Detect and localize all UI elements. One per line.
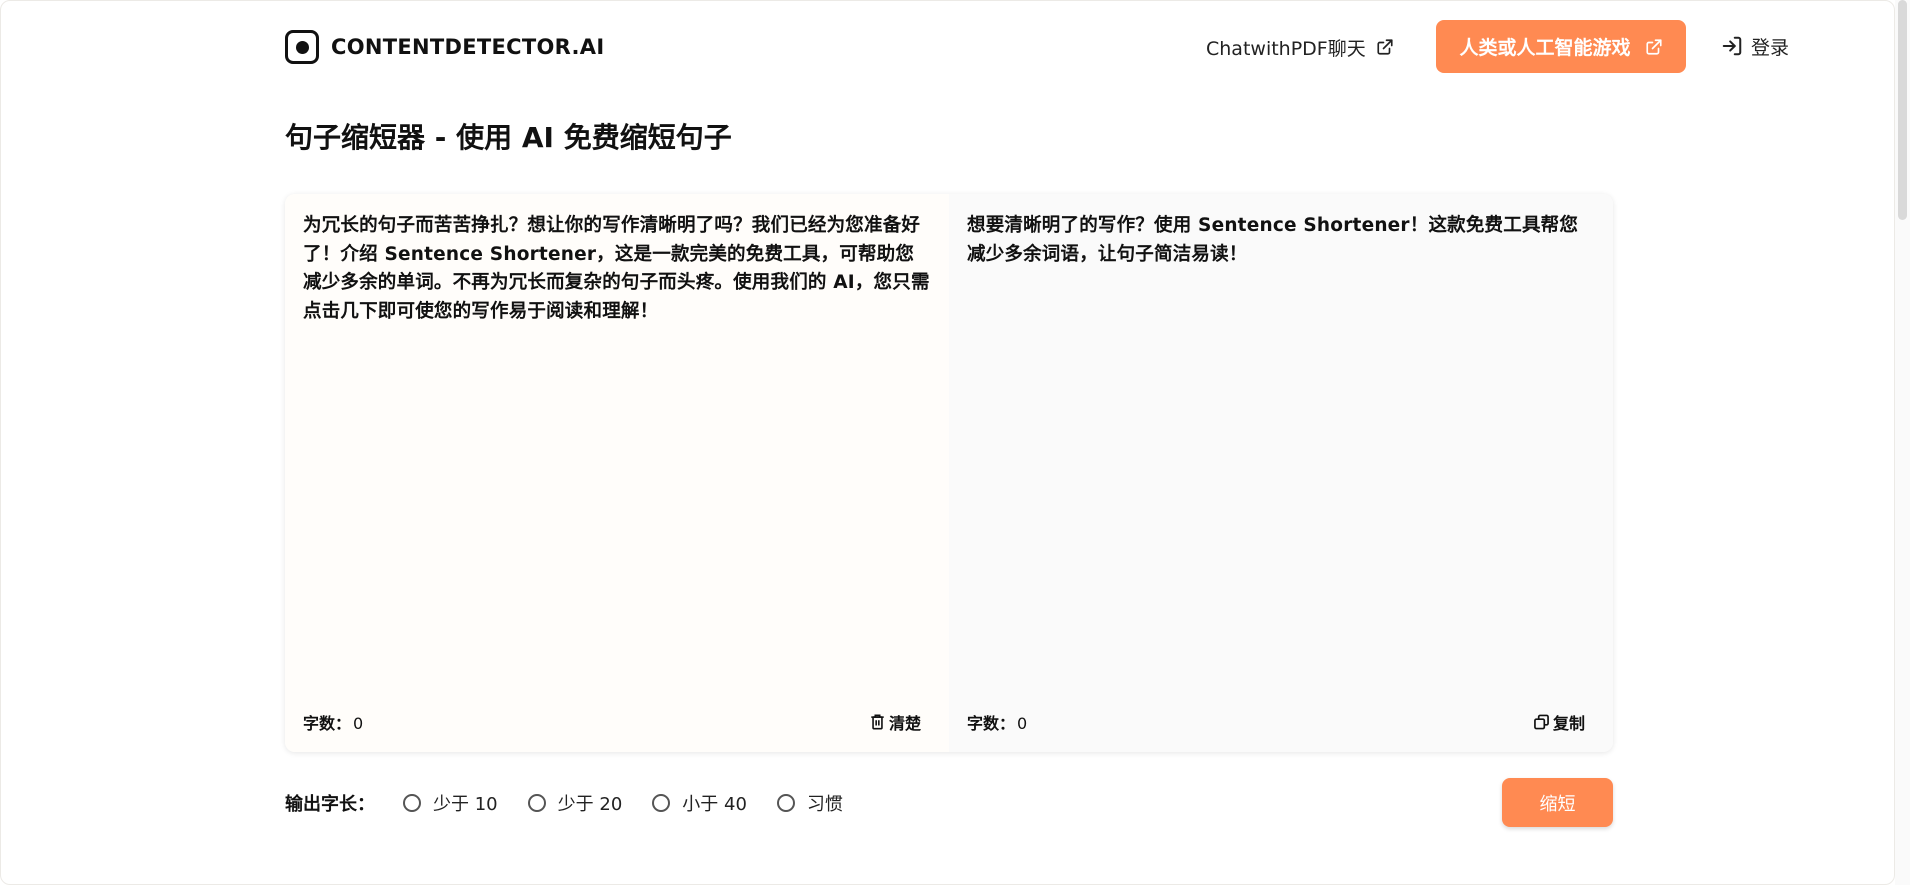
copy-icon — [1534, 714, 1549, 730]
scrollbar-thumb[interactable] — [1898, 0, 1907, 220]
radio-button[interactable] — [652, 794, 671, 812]
login-icon — [1722, 36, 1742, 56]
output-length-options: 输出字长： 少于 10 少于 20 小于 40 习惯 — [285, 786, 873, 820]
shorten-button[interactable]: 缩短 — [1502, 778, 1613, 827]
output-footer: 字数： 0 复制 — [967, 710, 1595, 734]
output-pane: 想要清晰明了的写作？使用 Sentence Shortener！这款免费工具帮您… — [949, 194, 1613, 752]
human-or-ai-game-label: 人类或人工智能游戏 — [1459, 37, 1631, 59]
output-word-count: 字数： 0 — [967, 714, 1028, 733]
input-textarea[interactable]: 为冗长的句子而苦苦挣扎？想让你的写作清晰明了吗？我们已经为您准备好了！介绍 Se… — [303, 212, 931, 326]
chat-with-pdf-link[interactable]: ChatwithPDF聊天 — [1206, 34, 1394, 60]
human-or-ai-game-button[interactable]: 人类或人工智能游戏 — [1436, 20, 1686, 73]
output-length-label: 输出字长： — [285, 794, 375, 815]
radio-option-under-10[interactable]: 少于 10 — [403, 790, 498, 816]
radio-option-custom[interactable]: 习惯 — [776, 790, 843, 816]
input-word-count: 字数： 0 — [303, 714, 364, 733]
radio-button[interactable] — [527, 794, 546, 812]
copy-label: 复制 — [1552, 714, 1585, 733]
radio-option-under-40[interactable]: 小于 40 — [652, 790, 747, 816]
input-pane[interactable]: 为冗长的句子而苦苦挣扎？想让你的写作清晰明了吗？我们已经为您准备好了！介绍 Se… — [285, 194, 949, 752]
logo[interactable]: CONTENTDETECTOR.AI — [285, 30, 604, 64]
clear-button[interactable]: 清楚 — [870, 710, 921, 734]
radio-option-under-20[interactable]: 少于 20 — [527, 790, 622, 816]
external-link-icon — [1377, 39, 1393, 55]
input-footer: 字数： 0 清楚 — [303, 710, 931, 734]
chat-with-pdf-label: ChatwithPDF聊天 — [1206, 37, 1366, 60]
login-link[interactable]: 登录 — [1721, 33, 1789, 59]
trash-icon — [871, 714, 884, 730]
external-link-icon — [1645, 38, 1662, 55]
scrollbar[interactable] — [1895, 0, 1910, 885]
copy-button[interactable]: 复制 — [1534, 710, 1585, 734]
clear-label: 清楚 — [888, 714, 921, 733]
output-text: 想要清晰明了的写作？使用 Sentence Shortener！这款免费工具帮您… — [967, 215, 1579, 265]
page-title: 句子缩短器 - 使用 AI 免费缩短句子 — [285, 121, 732, 154]
editor-card: 为冗长的句子而苦苦挣扎？想让你的写作清晰明了吗？我们已经为您准备好了！介绍 Se… — [285, 194, 1613, 752]
logo-text: CONTENTDETECTOR.AI — [331, 35, 605, 59]
radio-button[interactable] — [403, 794, 421, 812]
logo-icon — [285, 30, 319, 64]
radio-button[interactable] — [776, 794, 795, 812]
login-label: 登录 — [1751, 36, 1790, 59]
